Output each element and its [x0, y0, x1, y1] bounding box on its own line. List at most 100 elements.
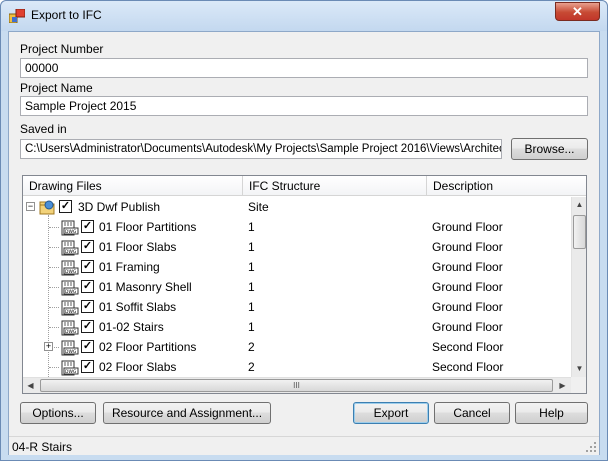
row-name: 01-02 Stairs — [99, 320, 164, 334]
row-ifc-structure: 1 — [248, 240, 255, 254]
collapse-icon[interactable]: − — [26, 202, 35, 211]
project-number-label: Project Number — [20, 42, 104, 56]
row-description: Ground Floor — [432, 320, 503, 334]
row-description: Ground Floor — [432, 220, 503, 234]
expand-icon[interactable]: + — [44, 342, 53, 351]
tree-connector — [49, 307, 59, 308]
list-item[interactable]: + DWG ✓ 02 Floor Partitions 2 Second Flo… — [23, 337, 571, 357]
row-checkbox[interactable]: ✓ — [59, 200, 72, 213]
scroll-down-icon[interactable]: ▼ — [572, 361, 587, 376]
row-name: 01 Framing — [99, 260, 160, 274]
tree-connector — [49, 287, 59, 288]
cancel-button[interactable]: Cancel — [434, 402, 510, 424]
list-item[interactable]: DWG ✓ 01 Floor Slabs 1 Ground Floor — [23, 237, 571, 257]
dwg-file-icon: DWG — [61, 220, 79, 236]
ifc-export-app-icon — [9, 9, 25, 23]
scroll-right-icon[interactable]: ▶ — [555, 378, 570, 393]
svg-text:DWG: DWG — [65, 309, 77, 315]
dwg-file-icon: DWG — [61, 320, 79, 336]
row-checkbox[interactable]: ✓ — [81, 340, 94, 353]
window-title: Export to IFC — [31, 8, 102, 22]
svg-text:DWG: DWG — [65, 249, 77, 255]
column-header-description[interactable]: Description — [427, 176, 586, 196]
status-bar: 04-R Stairs — [9, 436, 599, 455]
svg-text:DWG: DWG — [65, 349, 77, 355]
title-bar[interactable]: Export to IFC ✕ — [1, 1, 607, 31]
row-ifc-structure: Site — [248, 200, 269, 214]
scroll-left-icon[interactable]: ◀ — [23, 378, 38, 393]
resize-grip-icon[interactable] — [585, 441, 597, 453]
row-description: Second Floor — [432, 360, 504, 374]
row-checkbox[interactable]: ✓ — [81, 300, 94, 313]
horizontal-scroll-thumb[interactable]: III — [40, 379, 553, 392]
column-header-drawing-files[interactable]: Drawing Files — [23, 176, 243, 196]
list-item[interactable]: − ✓ 3D Dwf Publish Site — [23, 197, 571, 217]
row-description: Ground Floor — [432, 240, 503, 254]
close-button[interactable]: ✕ — [555, 2, 600, 21]
export-button[interactable]: Export — [353, 402, 429, 424]
row-ifc-structure: 1 — [248, 300, 255, 314]
row-ifc-structure: 1 — [248, 260, 255, 274]
row-checkbox[interactable]: ✓ — [81, 360, 94, 373]
row-ifc-structure: 1 — [248, 320, 255, 334]
dialog-client-area: Project Number 00000 Project Name Sample… — [8, 31, 600, 455]
list-item[interactable]: DWG ✓ 01-02 Stairs 1 Ground Floor — [23, 317, 571, 337]
list-item[interactable]: DWG ✓ 01 Masonry Shell 1 Ground Floor — [23, 277, 571, 297]
row-checkbox[interactable]: ✓ — [81, 260, 94, 273]
project-name-field[interactable]: Sample Project 2015 — [20, 96, 588, 116]
row-checkbox[interactable]: ✓ — [81, 320, 94, 333]
tree-connector — [49, 247, 59, 248]
row-description: Ground Floor — [432, 300, 503, 314]
row-name: 01 Floor Partitions — [99, 220, 197, 234]
dwg-file-icon: DWG — [61, 280, 79, 296]
resource-assignment-button[interactable]: Resource and Assignment... — [103, 402, 271, 424]
row-description: Ground Floor — [432, 260, 503, 274]
tree-connector — [49, 367, 59, 368]
project-name-label: Project Name — [20, 81, 93, 95]
scroll-up-icon[interactable]: ▲ — [572, 197, 587, 212]
project-number-field[interactable]: 00000 — [20, 58, 588, 78]
list-item[interactable]: DWG ✓ 01 Floor Partitions 1 Ground Floor — [23, 217, 571, 237]
tree-connector — [49, 227, 59, 228]
row-name: 01 Masonry Shell — [99, 280, 192, 294]
dwg-file-icon: DWG — [61, 240, 79, 256]
tree-connector — [54, 347, 59, 348]
row-name: 02 Floor Slabs — [99, 360, 177, 374]
vertical-scroll-thumb[interactable] — [573, 215, 586, 249]
scrollbar-corner — [571, 377, 586, 393]
dwg-file-icon: DWG — [61, 340, 79, 356]
svg-text:DWG: DWG — [65, 269, 77, 275]
list-item[interactable]: DWG ✓ 01 Framing 1 Ground Floor — [23, 257, 571, 277]
tree-connector — [49, 327, 59, 328]
svg-text:DWG: DWG — [65, 369, 77, 375]
svg-text:DWG: DWG — [65, 329, 77, 335]
row-ifc-structure: 1 — [248, 280, 255, 294]
list-body: − ✓ 3D Dwf Publish Site DWG ✓ 01 Floor P… — [23, 197, 571, 377]
svg-text:DWG: DWG — [65, 289, 77, 295]
horizontal-scrollbar[interactable]: ◀ III ▶ — [23, 377, 571, 393]
row-ifc-structure: 2 — [248, 340, 255, 354]
options-button[interactable]: Options... — [20, 402, 96, 424]
svg-text:DWG: DWG — [65, 229, 77, 235]
vertical-scrollbar[interactable]: ▲ ▼ — [571, 197, 586, 377]
tree-connector — [49, 267, 59, 268]
row-ifc-structure: 1 — [248, 220, 255, 234]
row-name: 3D Dwf Publish — [78, 200, 161, 214]
row-checkbox[interactable]: ✓ — [81, 280, 94, 293]
saved-in-label: Saved in — [20, 122, 67, 136]
list-header: Drawing Files IFC Structure Description — [23, 176, 586, 196]
browse-button[interactable]: Browse... — [511, 138, 588, 160]
row-checkbox[interactable]: ✓ — [81, 220, 94, 233]
list-item[interactable]: DWG ✓ 01 Soffit Slabs 1 Ground Floor — [23, 297, 571, 317]
list-item[interactable]: DWG ✓ 02 Floor Slabs 2 Second Floor — [23, 357, 571, 377]
saved-in-path-field[interactable]: C:\Users\Administrator\Documents\Autodes… — [20, 139, 502, 159]
row-name: 02 Floor Partitions — [99, 340, 197, 354]
dwg-file-icon: DWG — [61, 360, 79, 376]
column-header-ifc-structure[interactable]: IFC Structure — [243, 176, 427, 196]
help-button[interactable]: Help — [515, 402, 588, 424]
row-description: Ground Floor — [432, 280, 503, 294]
row-checkbox[interactable]: ✓ — [81, 240, 94, 253]
dwg-file-icon: DWG — [61, 260, 79, 276]
drawing-files-list: Drawing Files IFC Structure Description … — [22, 175, 587, 394]
row-ifc-structure: 2 — [248, 360, 255, 374]
